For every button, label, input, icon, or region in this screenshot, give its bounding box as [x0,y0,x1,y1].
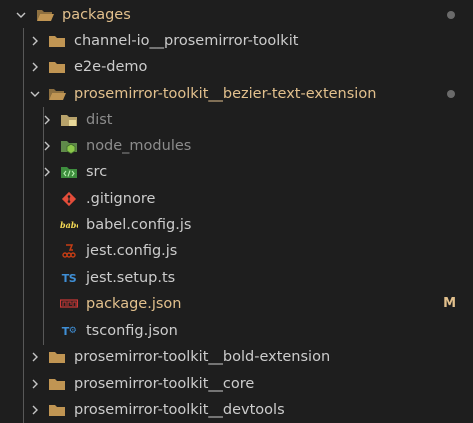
tree-item-jest-setup[interactable]: TS jest.setup.ts [0,265,473,291]
modified-dot-indicator [447,90,455,98]
tree-item-label: package.json [86,296,182,312]
tree-item-packages[interactable]: packages [0,2,473,28]
tree-item-label: prosemirror-toolkit__devtools [74,402,285,418]
chevron-right-icon[interactable] [28,403,42,417]
tree-item-label: dist [86,112,113,128]
tree-item-babel-config[interactable]: babel babel.config.js [0,212,473,238]
tree-item-node-modules[interactable]: node_modules [0,133,473,159]
folder-open-icon [36,6,54,24]
folder-icon [48,348,66,366]
tree-item-label: prosemirror-toolkit__bold-extension [74,349,331,365]
folder-icon [48,375,66,393]
tree-item-label: babel.config.js [86,217,192,233]
npm-icon [60,295,78,313]
tree-item-e2e-demo[interactable]: e2e-demo [0,54,473,80]
chevron-down-icon[interactable] [28,87,42,101]
chevron-right-icon[interactable] [28,34,42,48]
tree-item-label: tsconfig.json [86,323,178,339]
jest-icon [60,242,78,260]
chevron-right-icon[interactable] [28,377,42,391]
folder-open-icon [48,85,66,103]
tree-item-devtools[interactable]: prosemirror-toolkit__devtools [0,397,473,423]
node-modules-folder-icon [60,137,78,155]
tree-item-label: prosemirror-toolkit__bezier-text-extensi… [74,86,377,102]
chevron-down-icon[interactable] [14,8,28,22]
src-folder-icon [60,163,78,181]
svg-text:babel: babel [60,220,78,230]
chevron-right-icon[interactable] [40,165,54,179]
typescript-icon: TS [61,271,77,285]
tree-item-label: channel-io__prosemirror-toolkit [74,33,299,49]
tree-item-label: .gitignore [86,191,156,207]
tree-item-tsconfig[interactable]: T ⚙ tsconfig.json [0,318,473,344]
tree-item-label: src [86,164,108,180]
tsconfig-icon: T ⚙ [61,324,77,338]
tree-item-label: jest.config.js [86,243,178,259]
chevron-right-icon[interactable] [40,139,54,153]
tree-item-core[interactable]: prosemirror-toolkit__core [0,371,473,397]
dist-folder-icon [60,111,78,129]
folder-icon [48,58,66,76]
tree-item-label: e2e-demo [74,59,148,75]
folder-icon [48,401,66,419]
tree-item-label: packages [62,7,131,23]
chevron-right-icon[interactable] [28,60,42,74]
tree-item-label: jest.setup.ts [86,270,176,286]
babel-icon: babel [60,216,78,234]
tree-item-bezier-text-extension[interactable]: prosemirror-toolkit__bezier-text-extensi… [0,81,473,107]
tree-item-label: node_modules [86,138,192,154]
chevron-right-icon[interactable] [28,350,42,364]
tree-item-label: prosemirror-toolkit__core [74,376,255,392]
modified-dot-indicator [447,11,455,19]
git-icon [60,190,78,208]
tree-item-bold-extension[interactable]: prosemirror-toolkit__bold-extension [0,344,473,370]
tree-item-jest-config[interactable]: jest.config.js [0,238,473,264]
file-explorer-tree: packages channel-io__prosemirror-toolkit… [0,0,473,423]
chevron-right-icon[interactable] [40,113,54,127]
tree-item-dist[interactable]: dist [0,107,473,133]
tree-item-gitignore[interactable]: .gitignore [0,186,473,212]
tree-item-channel-io-prosemirror-toolkit[interactable]: channel-io__prosemirror-toolkit [0,28,473,54]
folder-icon [48,32,66,50]
tree-item-package-json[interactable]: package.json M [0,291,473,317]
git-modified-badge: M [443,296,456,311]
tree-item-src[interactable]: src [0,159,473,185]
